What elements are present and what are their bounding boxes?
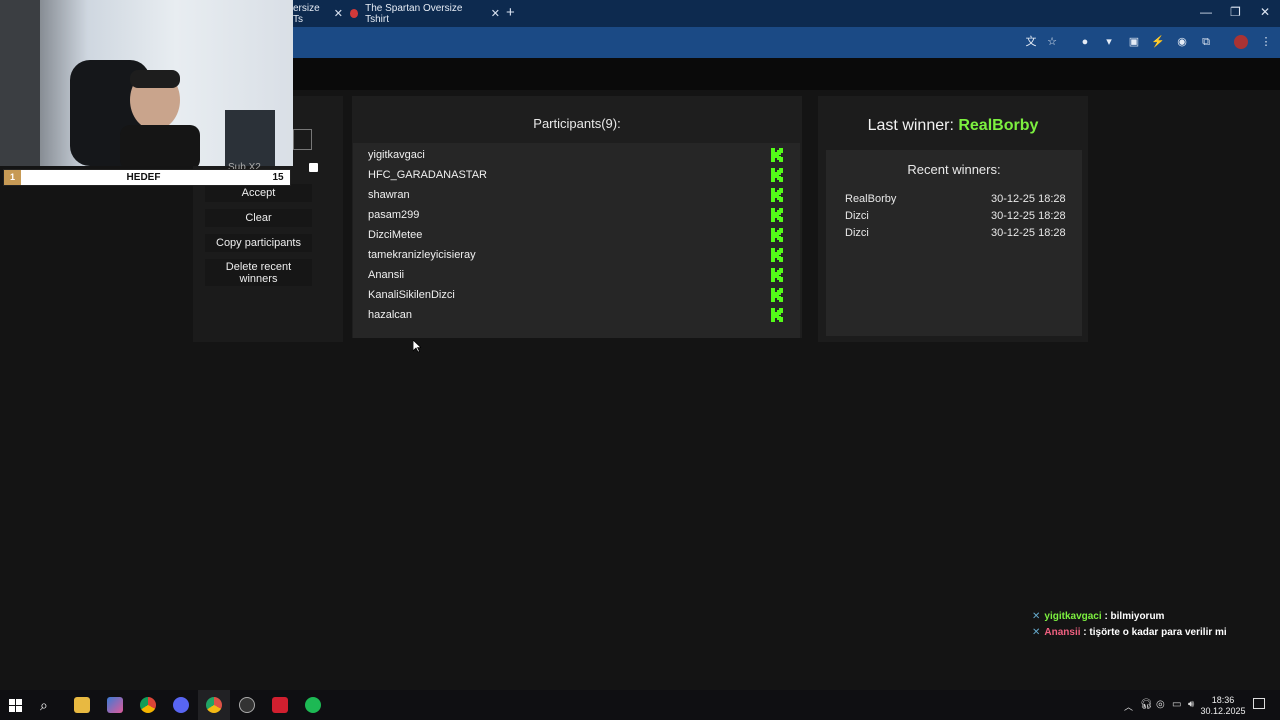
extension-icon[interactable]: ◉ — [1175, 35, 1189, 49]
participant-name: DizciMetee — [368, 229, 423, 241]
taskbar-clock[interactable]: 18:36 30.12.2025 — [1198, 695, 1248, 717]
last-winner-name: RealBorby — [958, 117, 1039, 134]
chat-message: ✕ Anansii : tişörte o kadar para verilir … — [1032, 627, 1227, 638]
obs-icon[interactable] — [239, 697, 255, 713]
chrome-icon[interactable] — [140, 697, 156, 713]
extension-icon[interactable]: ● — [1078, 35, 1092, 49]
recent-winner-name: Dizci — [845, 227, 869, 239]
kick-icon — [771, 308, 783, 322]
star-icon[interactable]: ☆ — [1045, 35, 1059, 49]
search-icon[interactable]: ⌕ — [40, 697, 48, 714]
chat-username: Anansii — [1044, 627, 1081, 638]
discord-icon[interactable] — [173, 697, 189, 713]
last-winner-label: Last winner: — [867, 117, 959, 134]
participant-name: hazalcan — [368, 309, 413, 321]
clock-date: 30.12.2025 — [1200, 706, 1246, 716]
new-tab-button[interactable]: + — [506, 4, 515, 21]
participant-name: pasam299 — [368, 209, 420, 221]
recent-winner-date: 30-12-25 18:28 — [991, 193, 1066, 205]
recent-winners-box — [826, 150, 1082, 336]
kick-icon — [771, 288, 783, 302]
recent-winner-name: RealBorby — [845, 193, 897, 205]
kick-icon — [771, 148, 783, 162]
goal-bar: 1 HEDEF 15 — [3, 169, 291, 186]
puzzle-icon[interactable]: ⧉ — [1199, 35, 1213, 49]
participant-name: KanaliSikilenDizci — [368, 289, 455, 301]
avatar[interactable] — [1234, 35, 1248, 49]
small-box — [293, 129, 312, 150]
copy-participants-button[interactable]: Copy participants — [205, 234, 312, 252]
app-x-icon[interactable] — [272, 697, 288, 713]
restore-icon[interactable]: ❐ — [1230, 5, 1241, 19]
participant-name: tamekranizleyicisieray — [368, 249, 476, 261]
clock-time: 18:36 — [1211, 695, 1235, 705]
extension-icon[interactable]: ▣ — [1127, 35, 1141, 49]
extension-icon[interactable]: ▾ — [1102, 35, 1116, 49]
goal-value: 15 — [272, 172, 284, 183]
tab-partial[interactable]: ersize Ts ✕ — [293, 0, 343, 27]
accept-button[interactable]: Accept — [205, 184, 312, 202]
address-bar[interactable] — [292, 31, 1012, 54]
steam-icon[interactable]: ◎ — [1156, 699, 1165, 710]
kick-icon — [771, 248, 783, 262]
recent-winner-name: Dizci — [845, 210, 869, 222]
participant-name: Anansii — [368, 269, 405, 281]
recent-winner-date: 30-12-25 18:28 — [991, 227, 1066, 239]
kick-chat-icon: ✕ — [1032, 611, 1041, 622]
participant-name: HFC_GARADANASTAR — [368, 169, 487, 181]
tab-title: The Spartan Oversize Tshirt — [365, 2, 463, 25]
goal-index: 1 — [4, 170, 21, 185]
checkbox[interactable] — [309, 163, 318, 172]
tray-chevron-icon[interactable]: ︿ — [1124, 700, 1133, 713]
last-winner: Last winner: RealBorby — [818, 117, 1088, 135]
chat-text: : bilmiyorum — [1104, 611, 1165, 622]
extension-icon[interactable]: ⚡ — [1151, 35, 1165, 49]
chat-text: : tişörte o kadar para verilir mi — [1083, 627, 1227, 638]
clear-button[interactable]: Clear — [205, 209, 312, 227]
favicon-icon — [350, 9, 359, 18]
kick-icon — [771, 228, 783, 242]
minimize-icon[interactable]: — — [1200, 5, 1212, 19]
translate-icon[interactable]: 文 — [1024, 35, 1038, 49]
participant-name: shawran — [368, 189, 410, 201]
goal-label: HEDEF — [126, 172, 161, 183]
kick-icon — [771, 188, 783, 202]
active-app-highlight — [198, 690, 230, 720]
kick-chat-icon: ✕ — [1032, 627, 1041, 638]
webcam-overlay — [0, 0, 293, 166]
close-icon[interactable]: ✕ — [334, 7, 343, 20]
taskbar — [0, 690, 1280, 720]
participants-title: Participants(9): — [533, 116, 621, 131]
close-window-icon[interactable]: ✕ — [1260, 5, 1270, 19]
chat-message: ✕ yigitkavgaci : bilmiyorum — [1032, 611, 1164, 622]
windows-start-icon[interactable] — [9, 699, 22, 712]
recent-winners-title: Recent winners: — [907, 162, 1001, 177]
volume-icon[interactable]: 🔊︎ — [1188, 699, 1194, 710]
headset-icon[interactable]: 🎧︎ — [1140, 699, 1153, 710]
notifications-icon[interactable] — [1253, 698, 1265, 709]
spotify-icon[interactable] — [305, 697, 321, 713]
menu-icon[interactable]: ⋮ — [1259, 35, 1273, 49]
delete-recent-winners-button[interactable]: Delete recent winners — [205, 259, 312, 286]
tab-title: ersize Ts — [293, 2, 320, 25]
kick-icon — [771, 208, 783, 222]
close-icon[interactable]: ✕ — [491, 7, 500, 20]
file-explorer-icon[interactable] — [74, 697, 90, 713]
network-icon[interactable]: ▭ — [1172, 699, 1181, 710]
mouse-cursor-icon — [413, 340, 421, 353]
chat-username: yigitkavgaci — [1044, 611, 1102, 622]
tab-active[interactable]: The Spartan Oversize Tshirt ✕ — [350, 0, 500, 27]
copilot-icon[interactable] — [107, 697, 123, 713]
participant-name: yigitkavgaci — [368, 149, 425, 161]
kick-icon — [771, 268, 783, 282]
recent-winner-date: 30-12-25 18:28 — [991, 210, 1066, 222]
kick-icon — [771, 168, 783, 182]
